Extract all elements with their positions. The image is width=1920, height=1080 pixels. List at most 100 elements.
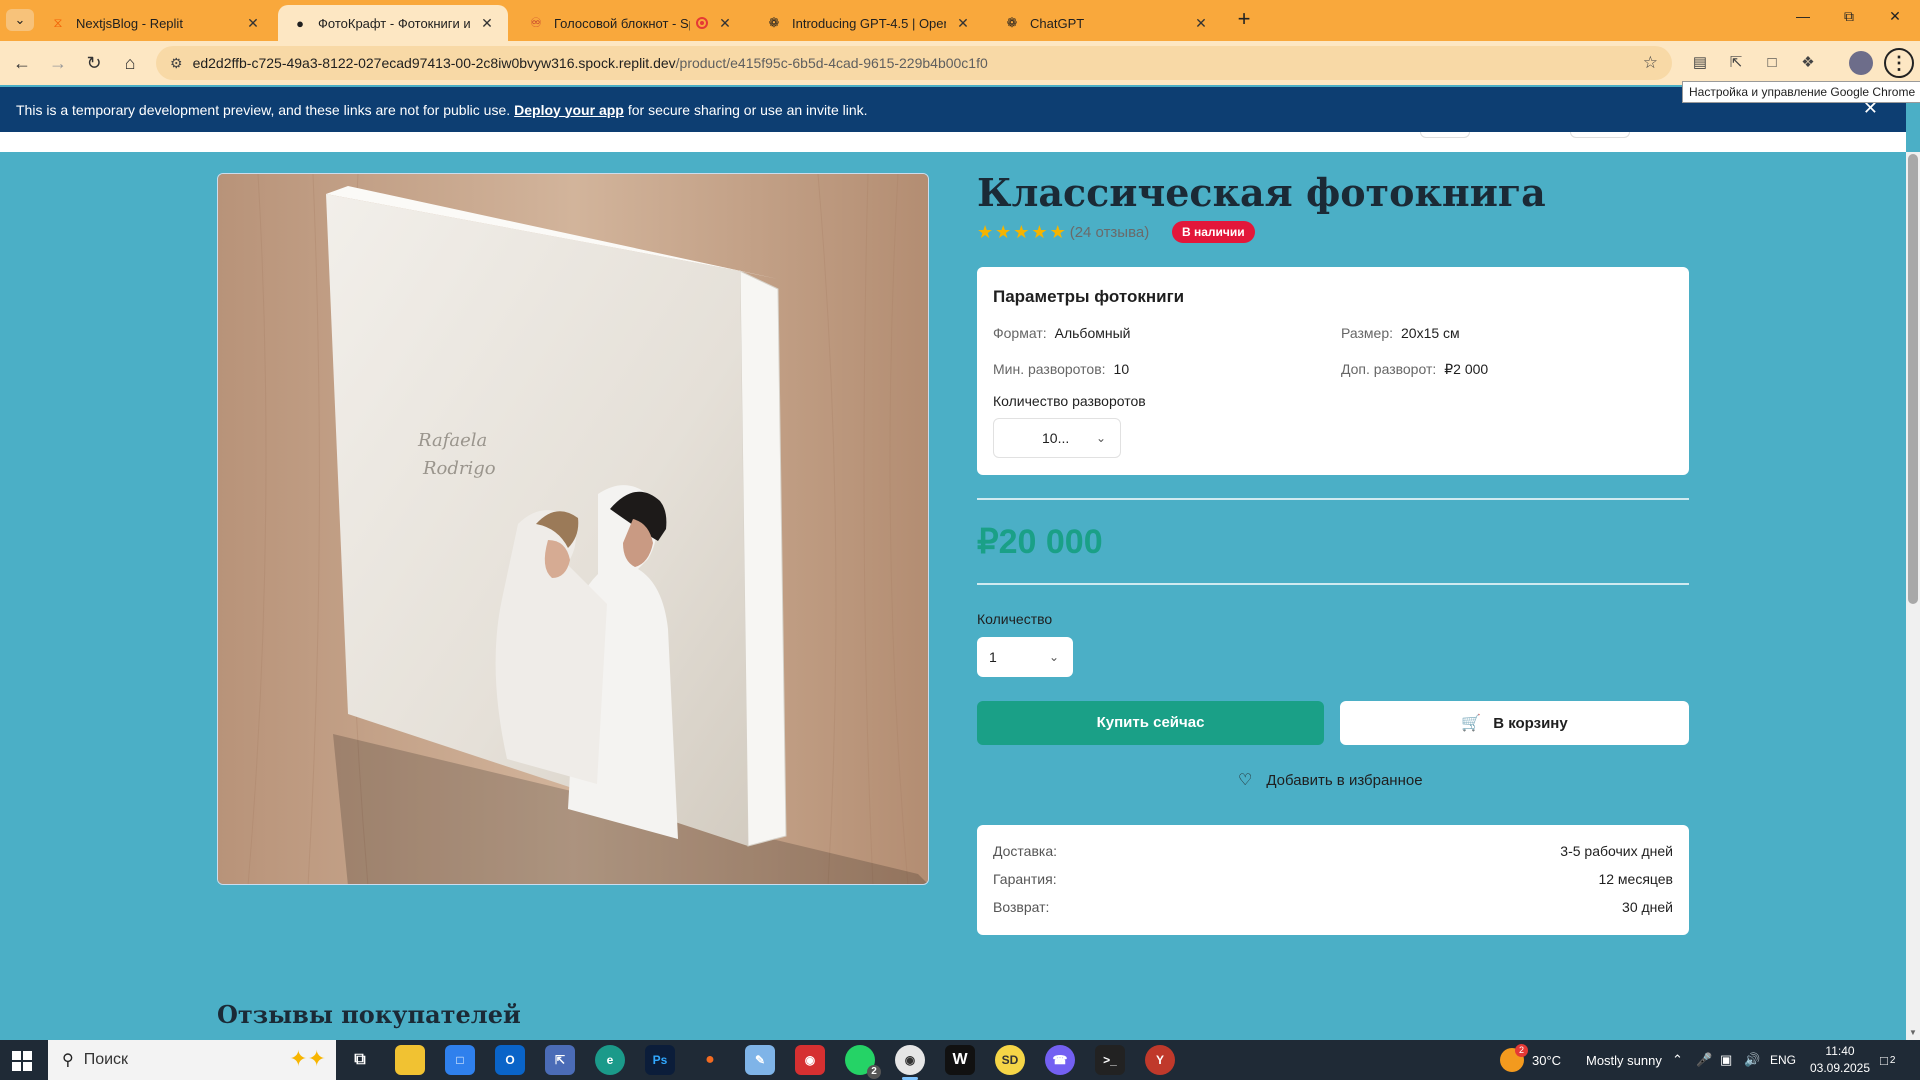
outlook-icon[interactable]: O <box>495 1045 525 1075</box>
url-path: /product/e415f95c-6b5d-4cad-9615-229b4b0… <box>675 55 988 71</box>
bookmark-star-icon[interactable]: ☆ <box>1643 53 1658 73</box>
close-window-icon[interactable]: ✕ <box>1872 8 1918 32</box>
close-tab-icon[interactable]: ✕ <box>244 15 262 32</box>
weather-temp[interactable]: 30°C <box>1532 1040 1561 1080</box>
close-tab-icon[interactable]: ✕ <box>1192 15 1210 32</box>
url-host: ed2d2ffb-c725-49a3-8122-027ecad97413-00-… <box>192 55 676 71</box>
add-to-cart-button[interactable]: 🛒 В корзину <box>1340 701 1689 745</box>
restore-icon[interactable]: ⧉ <box>1826 8 1872 32</box>
clock-date: 03.09.2025 <box>1809 1061 1871 1075</box>
param-min-spreads: Мин. разворотов: 10 <box>993 361 1129 377</box>
quantity-select[interactable]: 1 ⌄ <box>977 637 1073 677</box>
scrollbar-thumb[interactable] <box>1908 154 1918 604</box>
notifications-icon[interactable]: □ 2 <box>1880 1040 1895 1080</box>
dev-preview-banner: This is a temporary development preview,… <box>0 87 1906 132</box>
forward-icon[interactable]: → <box>46 51 70 75</box>
network-icon[interactable]: ▣ <box>1720 1040 1732 1080</box>
info-label: Возврат: <box>993 899 1050 915</box>
notepad-app-icon[interactable]: ✎ <box>745 1045 775 1075</box>
extension-window-icon[interactable]: □ <box>1762 53 1782 73</box>
chrome-menu-icon[interactable]: ⋮ <box>1884 48 1914 78</box>
param-value: Альбомный <box>1054 325 1131 341</box>
new-tab-icon[interactable]: + <box>1232 8 1256 32</box>
globe-icon: ● <box>296 15 304 31</box>
reload-icon[interactable]: ↻ <box>82 51 106 75</box>
app-w-icon[interactable]: W <box>945 1045 975 1075</box>
home-icon[interactable]: ⌂ <box>118 51 142 75</box>
chrome-icon[interactable]: ◉ <box>895 1045 925 1075</box>
price: ₽20 000 <box>977 523 1103 561</box>
microphone-app-icon[interactable]: ● <box>695 1045 725 1075</box>
tab-title: Introducing GPT-4.5 | OpenAI <box>792 15 946 31</box>
menu-tooltip: Настройка и управление Google Chrome <box>1682 81 1920 103</box>
tab-openai[interactable]: ❁ Introducing GPT-4.5 | OpenAI ✕ <box>752 5 984 41</box>
tab-nextjsblog[interactable]: ⧖ NextjsBlog - Replit ✕ <box>36 5 274 41</box>
app-icon[interactable]: ⇱ <box>545 1045 575 1075</box>
param-value: 20x15 см <box>1401 325 1460 341</box>
star-icon: ★ <box>995 222 1012 242</box>
yandex-browser-icon[interactable]: Y <box>1145 1045 1175 1075</box>
tray-chevron-icon[interactable]: ⌃ <box>1672 1040 1683 1080</box>
windows-start-icon[interactable] <box>12 1051 32 1071</box>
tab-title: NextjsBlog - Replit <box>76 15 183 31</box>
edge-icon[interactable]: e <box>595 1045 625 1075</box>
photoshop-icon[interactable]: Ps <box>645 1045 675 1075</box>
camera-app-icon[interactable]: ◉ <box>795 1045 825 1075</box>
microsoft-store-icon[interactable]: □ <box>445 1045 475 1075</box>
reviews-count[interactable]: (24 отзыва) <box>1070 224 1150 241</box>
search-placeholder: Поиск <box>83 1051 129 1068</box>
task-view-icon[interactable]: ⧉ <box>345 1045 375 1075</box>
close-tab-icon[interactable]: ✕ <box>954 15 972 32</box>
param-label: Доп. разворот: <box>1341 361 1437 377</box>
volume-icon[interactable]: 🔊 <box>1744 1040 1760 1080</box>
profile-avatar[interactable] <box>1849 51 1873 75</box>
product-title: Классическая фотокнига <box>977 170 1546 215</box>
extension-code-icon[interactable]: ▤ <box>1690 53 1710 73</box>
tab-speechpad[interactable]: ♾ Голосовой блокнот - Spee ✕ <box>514 5 746 41</box>
add-to-favorites-label: Добавить в избранное <box>1266 771 1423 789</box>
spreads-value: 10... <box>1042 430 1070 446</box>
minimize-icon[interactable]: — <box>1780 8 1826 32</box>
deploy-link[interactable]: Deploy your app <box>514 102 624 118</box>
divider <box>977 583 1689 585</box>
extension-cursor-icon[interactable]: ⇱ <box>1726 53 1746 73</box>
search-icon: ⚲ <box>62 1052 74 1069</box>
tab-chatgpt[interactable]: ❁ ChatGPT ✕ <box>990 5 1222 41</box>
whatsapp-icon[interactable]: 2 <box>845 1045 881 1079</box>
info-label: Доставка: <box>993 843 1058 859</box>
spreads-select[interactable]: 10... ⌄ <box>993 418 1121 458</box>
extensions-puzzle-icon[interactable]: ❖ <box>1798 53 1818 73</box>
replit-icon: ⧖ <box>53 15 63 30</box>
tab-title: Голосовой блокнот - Spee <box>554 15 690 31</box>
weather-text[interactable]: Mostly sunny <box>1586 1040 1662 1080</box>
microphone-icon[interactable]: 🎤 <box>1696 1040 1712 1080</box>
weather-icon[interactable]: 2 <box>1500 1044 1528 1072</box>
close-tab-icon[interactable]: ✕ <box>478 15 496 32</box>
taskbar-search[interactable]: ⚲ Поиск ✦✦ <box>48 1040 336 1080</box>
tab-search-chevron-icon[interactable]: ⌄ <box>6 9 34 31</box>
product-image[interactable]: Rafaela Rodrigo <box>217 173 929 885</box>
tab-title: ФотоКрафт - Фотокниги и фот <box>318 15 470 31</box>
param-label: Размер: <box>1341 325 1394 341</box>
site-header-edge <box>0 132 1906 152</box>
openai-icon: ❁ <box>768 15 780 30</box>
info-row-return: Возврат: 30 дней <box>993 899 1673 915</box>
viber-icon[interactable]: ☎ <box>1045 1045 1075 1075</box>
scroll-down-icon[interactable]: ▼ <box>1906 1028 1920 1040</box>
banner-text-after: for secure sharing or use an invite link… <box>627 101 868 118</box>
clock[interactable]: 11:40 03.09.2025 <box>1810 1040 1870 1080</box>
address-bar[interactable]: ⚙ ed2d2ffb-c725-49a3-8122-027ecad97413-0… <box>156 46 1672 80</box>
buy-now-button[interactable]: Купить сейчас <box>977 701 1324 745</box>
photobook-illustration: Rafaela Rodrigo <box>218 174 928 884</box>
back-icon[interactable]: ← <box>10 51 34 75</box>
site-info-icon[interactable]: ⚙ <box>170 55 183 72</box>
copilot-sparkle-icon: ✦✦ <box>289 1046 326 1071</box>
tab-fotokraft[interactable]: ● ФотоКрафт - Фотокниги и фот ✕ <box>278 5 508 41</box>
app-sd-icon[interactable]: SD <box>995 1045 1025 1075</box>
add-to-favorites-button[interactable]: ♡ Добавить в избранное <box>1238 770 1423 790</box>
file-explorer-icon[interactable] <box>395 1045 425 1075</box>
language-indicator[interactable]: ENG <box>1770 1040 1796 1080</box>
terminal-icon[interactable]: >_ <box>1095 1045 1125 1075</box>
close-tab-icon[interactable]: ✕ <box>716 15 734 32</box>
param-value: 10 <box>1113 361 1130 377</box>
